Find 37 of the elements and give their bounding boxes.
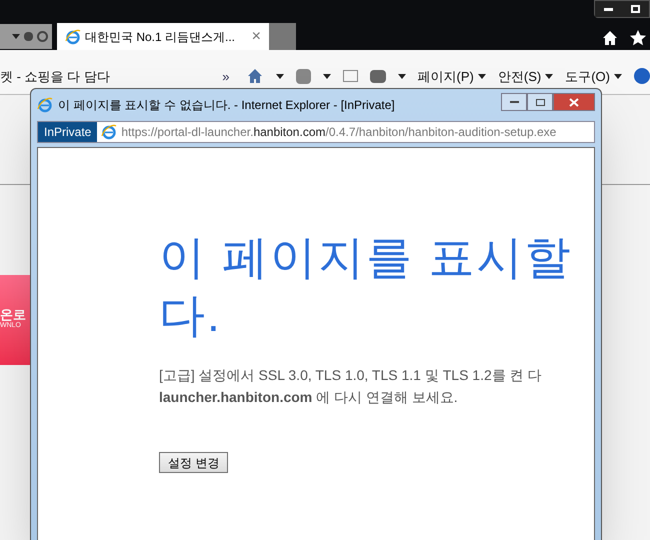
star-icon[interactable] [630,30,646,46]
page-title: 켓 - 쇼핑을 다 담다 [0,68,111,86]
restore-icon[interactable] [622,1,649,17]
maximize-icon[interactable] [527,93,553,111]
caret-icon [12,34,20,39]
caret-icon [322,74,331,79]
caret-icon [398,74,406,79]
minimize-icon[interactable] [595,1,622,17]
close-icon[interactable] [553,93,595,111]
browser-tab[interactable]: 대한민국 No.1 리듬댄스게... × [57,23,269,50]
address-bar[interactable]: InPrivate https://portal-dl-launcher.hanbiton.com/0.4.7/hanbiton/hanbiton-audition-setup.exe [37,121,595,143]
banner-title: 온로 [0,308,26,322]
error-heading: 이 페이지를 표시할 다. [159,230,574,343]
tab-close-button[interactable]: × [252,28,261,44]
home-icon[interactable] [602,30,618,46]
overflow-button[interactable]: » [222,66,230,86]
command-menu[interactable]: 안전(S) [498,66,554,86]
inprivate-badge: InPrivate [38,122,98,142]
browser-logo-icon [37,97,53,113]
caret-icon [478,74,486,79]
minimize-icon[interactable] [501,93,527,111]
browser-logo-icon [101,124,118,140]
tab-title: 대한민국 No.1 리듬댄스게... [85,28,236,46]
change-settings-button[interactable]: 설정 변경 [159,452,228,473]
url-text: https://portal-dl-launcher.hanbiton.com/0.4.7/hanbiton/hanbiton-audition-setup.exe [121,124,556,141]
caret-icon [276,74,284,79]
window-title: 이 페이지를 표시할 수 없습니다. - Internet Explorer - [InPrivate] [58,97,395,114]
mail-icon[interactable] [342,70,358,82]
error-message: [고급] 설정에서 SSL 3.0, TLS 1.0, TLS 1.1 및 TLS 1.2를 켠 다 [159,366,543,385]
browser-logo-icon [65,28,81,44]
command-menu[interactable]: 도구(O) [565,66,622,86]
error-message: launcher.hanbiton.com 에 다시 연결해 보세요. [159,388,459,407]
command-menu[interactable]: 페이지(P) [418,66,486,86]
refresh-icon[interactable] [37,31,48,42]
help-icon[interactable] [634,68,650,84]
caret-icon [545,74,554,79]
caret-icon [614,74,622,79]
